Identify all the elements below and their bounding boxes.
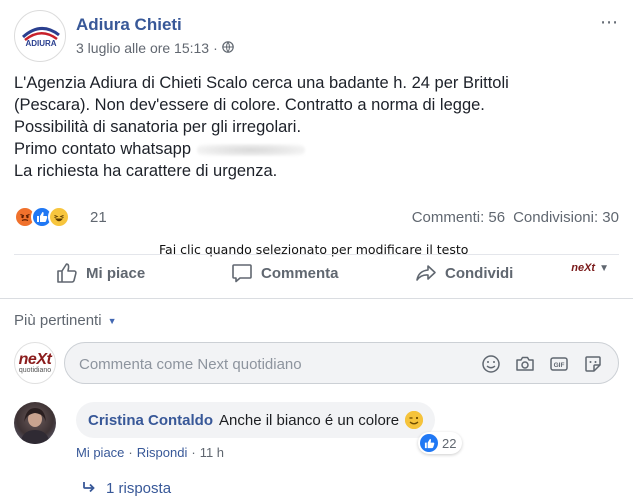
- meta-separator: ·: [213, 40, 218, 56]
- comment-reply-link[interactable]: Rispondi: [137, 445, 188, 460]
- comment-actions: Mi piace · Rispondi · 11 h: [76, 445, 224, 460]
- like-button[interactable]: Mi piace: [56, 257, 145, 289]
- like-button-label: Mi piace: [86, 264, 146, 282]
- comment-composer[interactable]: GIF: [64, 342, 619, 384]
- comment-filter[interactable]: Più pertinenti ▼: [14, 312, 116, 329]
- replies-count-label: 1 risposta: [106, 480, 172, 497]
- comment-button-label: Commenta: [261, 264, 339, 282]
- svg-text:GIF: GIF: [554, 362, 565, 369]
- comment-author[interactable]: Cristina Contaldo: [88, 412, 213, 429]
- view-replies-link[interactable]: 1 risposta: [82, 480, 171, 497]
- next-logo-sub: quotidiano: [18, 366, 52, 374]
- page-logo-text: ADIURA: [25, 39, 56, 48]
- share-arrow-icon: [415, 262, 437, 284]
- next-logo: neXt: [18, 350, 52, 368]
- comment-action-separator: ·: [128, 445, 133, 460]
- post-counts: Commenti: 56 Condivisioni: 30: [412, 209, 619, 226]
- post-line: La richiesta ha carattere di urgenza.: [14, 162, 278, 180]
- shares-count[interactable]: Condivisioni: 30: [513, 209, 619, 226]
- divider: [14, 254, 619, 255]
- post-line-with-redaction: Primo contato whatsapp: [14, 138, 619, 160]
- camera-icon[interactable]: [514, 353, 536, 375]
- reaction-icons[interactable]: [14, 206, 70, 228]
- post-body: L'Agenzia Adiura di Chieti Scalo cerca u…: [14, 72, 619, 182]
- caret-down-icon: ▼: [599, 262, 609, 274]
- like-icon: [420, 434, 438, 452]
- next-avatar[interactable]: neXt quotidiano: [14, 342, 56, 384]
- comments-count[interactable]: Commenti: 56: [412, 209, 505, 226]
- post-date[interactable]: 3 luglio alle ore 15:13: [76, 40, 209, 56]
- post-line: Possibilità di sanatoria per gli irregol…: [14, 118, 302, 136]
- comment-like-badge[interactable]: 22: [418, 432, 463, 454]
- commenter-avatar[interactable]: [14, 402, 56, 444]
- comment-input[interactable]: [79, 353, 459, 375]
- post-meta: 3 luglio alle ore 15:13 ·: [76, 40, 234, 56]
- share-as-selector[interactable]: neXt ▼: [571, 262, 609, 274]
- redacted-phone-number: [197, 143, 306, 156]
- sticker-icon[interactable]: [582, 353, 604, 375]
- comment-action-separator: ·: [191, 445, 196, 460]
- reaction-count[interactable]: 21: [90, 209, 107, 226]
- gif-icon[interactable]: GIF: [548, 353, 570, 375]
- comment-button[interactable]: Commenta: [231, 257, 339, 289]
- action-bar: Mi piace Commenta Condividi neXt ▼: [14, 257, 619, 289]
- composer-icons: GIF: [480, 353, 604, 375]
- post-line: (Pescara). Non dev'essere di colore. Con…: [14, 96, 485, 114]
- thumbs-up-icon: [56, 262, 78, 284]
- share-button-label: Condividi: [445, 264, 514, 282]
- next-mini-logo: neXt: [571, 262, 596, 274]
- comment-bubble-icon: [231, 262, 253, 284]
- comment-bubble: Cristina Contaldo Anche il bianco é un c…: [76, 402, 436, 438]
- wink-emoji-icon: [405, 411, 424, 429]
- reply-arrow-icon: [82, 480, 96, 497]
- globe-icon: [221, 40, 234, 56]
- page-avatar[interactable]: ADIURA: [14, 10, 66, 62]
- post-header: ADIURA Adiura Chieti 3 luglio alle ore 1…: [14, 10, 619, 62]
- more-options-icon[interactable]: ⋯: [600, 12, 619, 33]
- comment-text: Anche il bianco é un colore: [219, 411, 400, 429]
- caret-down-icon: ▼: [107, 315, 117, 326]
- reactions-bar: 21 Commenti: 56 Condivisioni: 30: [14, 204, 619, 230]
- haha-icon: [48, 206, 70, 228]
- page-name[interactable]: Adiura Chieti: [76, 15, 182, 35]
- emoji-icon[interactable]: [480, 353, 502, 375]
- comment-like-link[interactable]: Mi piace: [76, 445, 124, 460]
- post-line: L'Agenzia Adiura di Chieti Scalo cerca u…: [14, 74, 509, 92]
- section-separator: [0, 298, 633, 299]
- share-button[interactable]: Condividi: [415, 257, 513, 289]
- comment-filter-label: Più pertinenti: [14, 312, 102, 329]
- comment-like-count: 22: [442, 435, 457, 451]
- comment-time[interactable]: 11 h: [200, 445, 224, 460]
- post-line: Primo contato whatsapp: [14, 140, 192, 158]
